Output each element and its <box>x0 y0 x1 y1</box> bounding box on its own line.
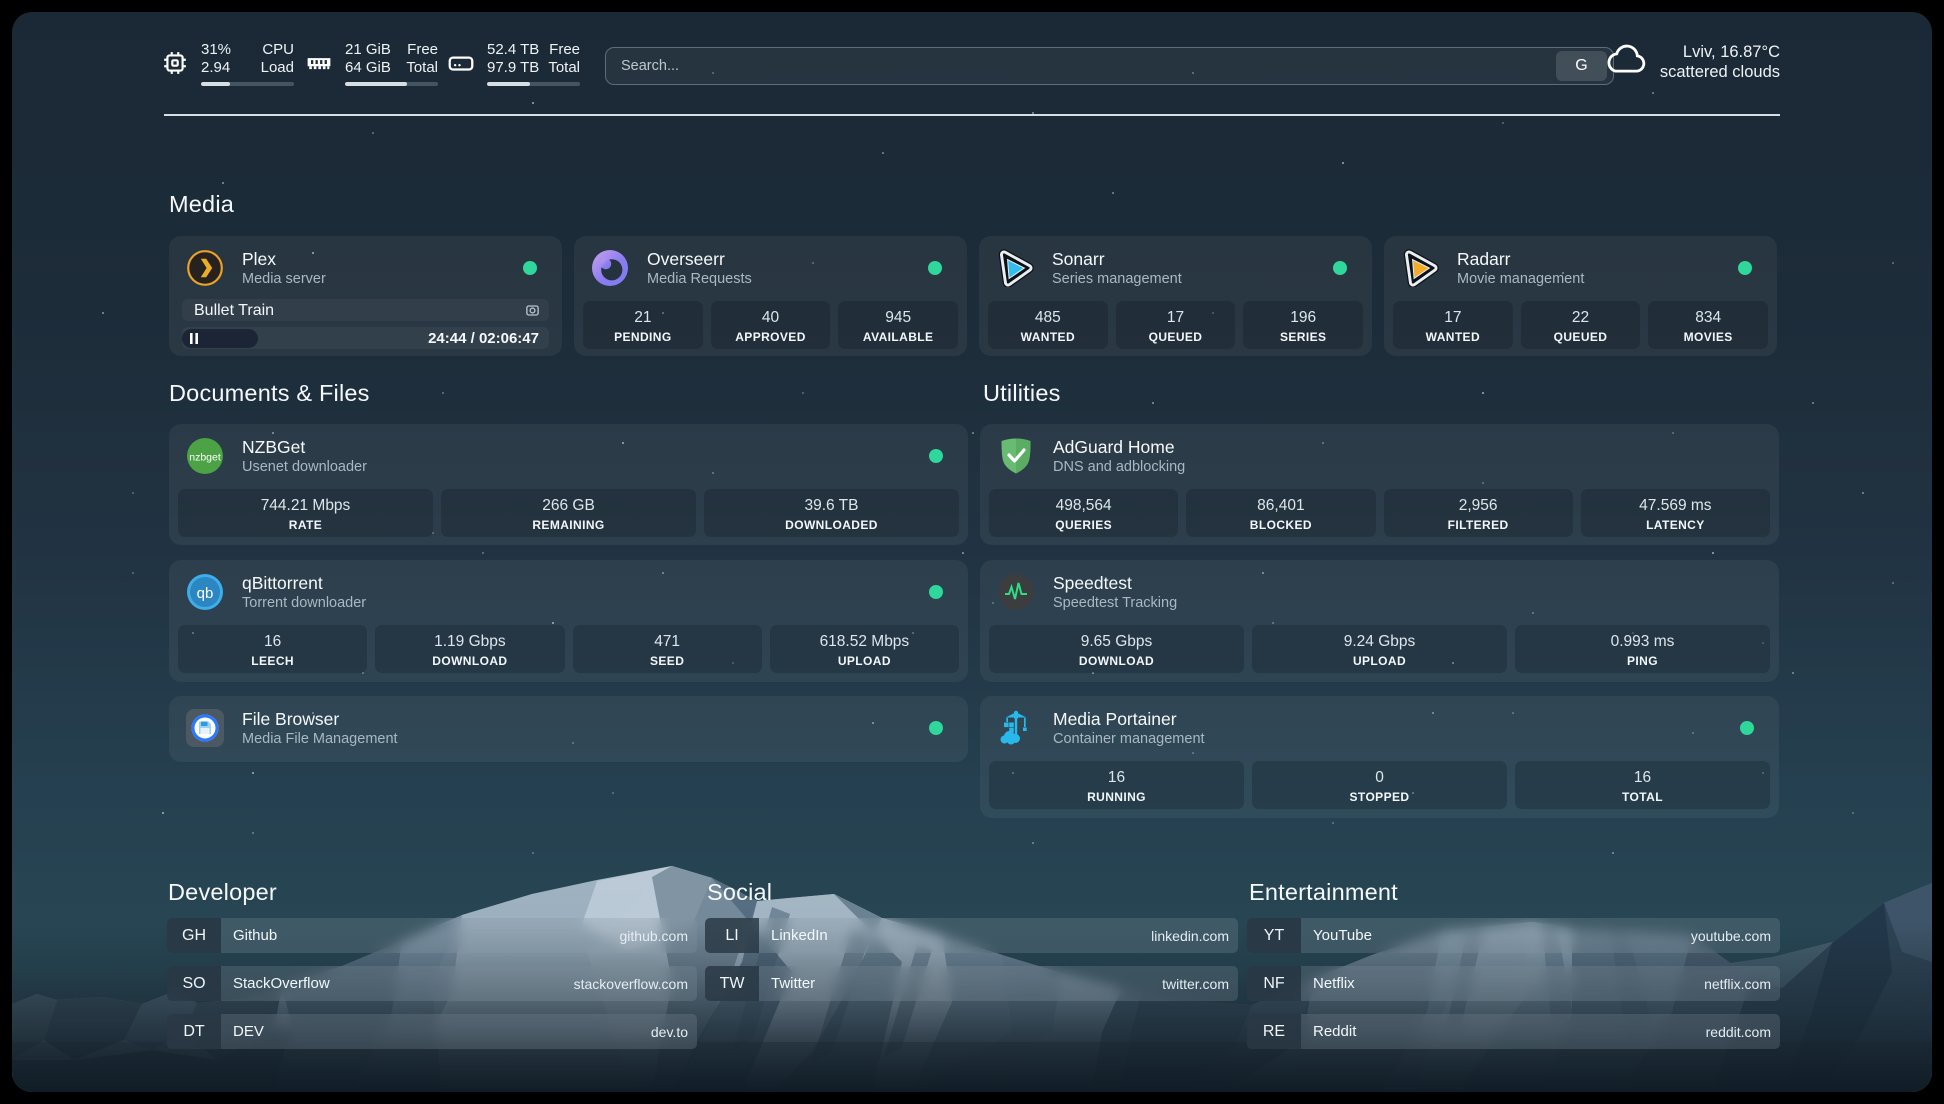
svg-text:nzbget: nzbget <box>189 452 221 464</box>
svg-text:qb: qb <box>197 585 214 602</box>
